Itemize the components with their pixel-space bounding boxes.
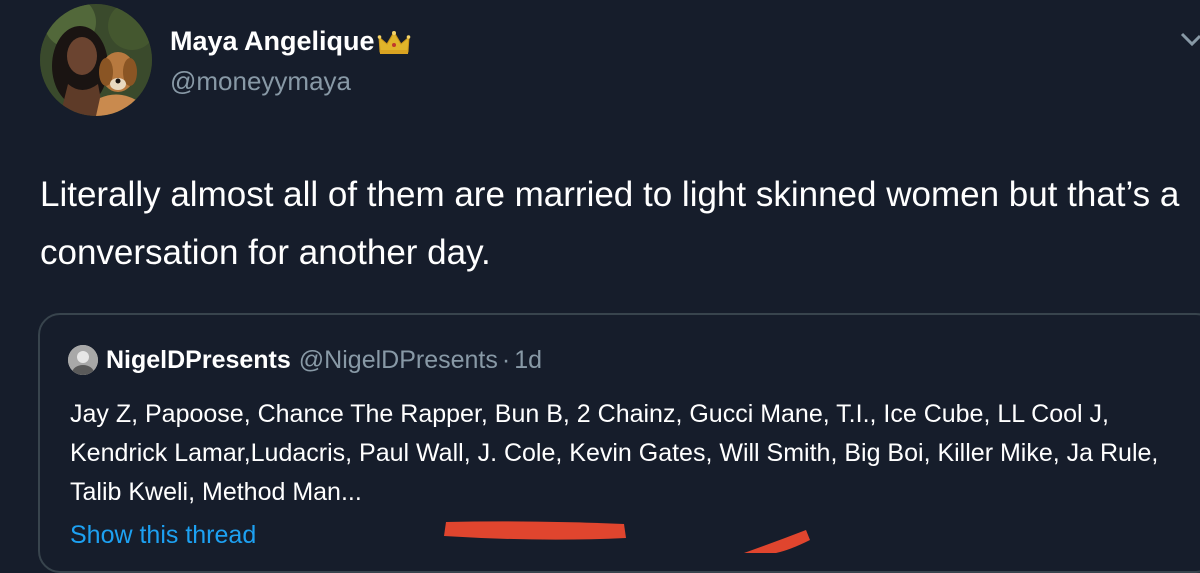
quoted-author-avatar[interactable]	[68, 345, 98, 375]
quoted-tweet-card[interactable]: NigelDPresents @NigelDPresents · 1d Jay …	[38, 313, 1200, 573]
author-name[interactable]: Maya Angelique	[170, 26, 411, 57]
quoted-tweet-time[interactable]: 1d	[514, 346, 542, 375]
caret-down-icon[interactable]	[1180, 22, 1200, 56]
show-thread-link[interactable]: Show this thread	[70, 521, 256, 550]
author-name-text: Maya Angelique	[170, 26, 375, 56]
author-handle[interactable]: @moneyymaya	[170, 66, 351, 97]
author-avatar[interactable]	[40, 4, 152, 116]
crown-icon	[377, 28, 411, 56]
dot-separator: ·	[501, 345, 511, 374]
quoted-author-name[interactable]: NigelDPresents	[106, 346, 291, 375]
tweet: Maya Angelique @moneyymaya Literally alm…	[0, 0, 1200, 573]
tweet-text: Literally almost all of them are married…	[40, 175, 1180, 272]
quoted-author-handle[interactable]: @NigelDPresents	[299, 346, 498, 375]
quoted-tweet-header: NigelDPresents @NigelDPresents · 1d	[68, 345, 542, 375]
quoted-tweet-text: Jay Z, Papoose, Chance The Rapper, Bun B…	[70, 400, 1159, 506]
